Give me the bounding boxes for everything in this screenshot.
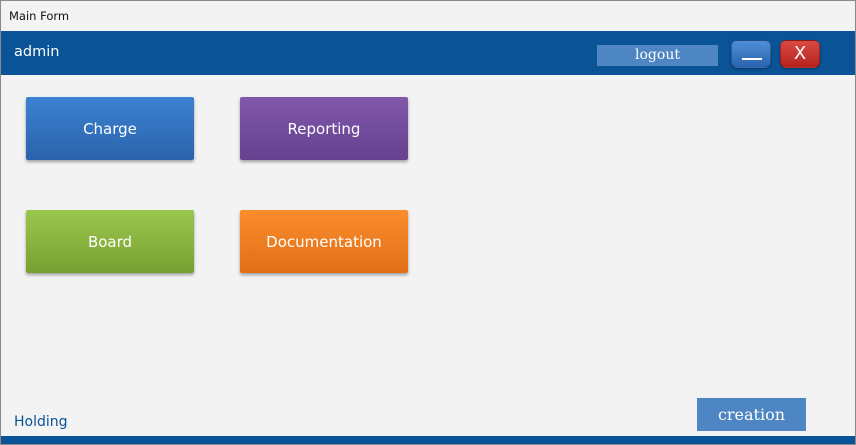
logout-button[interactable]: logout [597,45,718,66]
window-title: Main Form [9,9,70,23]
board-button[interactable]: Board [26,210,194,273]
username-label: admin [14,44,60,60]
minimize-button[interactable] [731,40,771,68]
footer-bar [1,436,855,444]
header-bar: admin logout X [1,31,855,75]
main-form-window: Main Form admin logout X Charge Reportin… [0,0,856,445]
creation-button[interactable]: creation [697,398,806,431]
title-bar[interactable]: Main Form [1,1,855,31]
reporting-button[interactable]: Reporting [240,97,408,160]
holding-label: Holding [14,414,68,430]
close-button[interactable]: X [780,40,820,68]
documentation-button[interactable]: Documentation [240,210,408,273]
charge-button[interactable]: Charge [26,97,194,160]
minimize-icon [742,58,762,60]
